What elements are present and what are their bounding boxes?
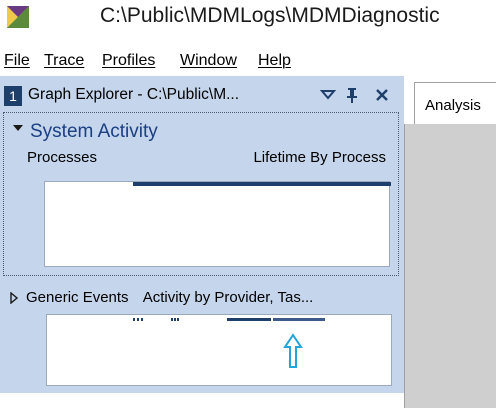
process-lifetime-bar [133,182,391,186]
generic-events-subtitle: Activity by Provider, Tas... [142,289,314,306]
system-activity-thumbnail[interactable] [44,181,391,267]
generic-events-title[interactable]: Generic Events Activity by Provider, Tas… [26,289,313,306]
graph-explorer-title: Graph Explorer - C:\Public\M... [28,86,240,103]
menu-window[interactable]: Window [180,52,237,70]
arrow-up-icon [283,333,303,368]
pin-icon[interactable] [344,85,360,105]
system-activity-title[interactable]: System Activity [30,121,158,143]
lifetime-by-process-label: Lifetime By Process [253,149,386,166]
menu-profiles[interactable]: Profiles [102,52,155,70]
menu-help[interactable]: Help [258,52,291,70]
dropdown-icon[interactable] [320,85,336,105]
close-icon[interactable] [374,85,390,105]
generic-events-thumbnail[interactable] [46,314,392,386]
menu-file[interactable]: File [4,52,30,70]
menu-trace[interactable]: Trace [44,52,84,70]
chevron-down-icon[interactable] [13,123,23,133]
generic-events-label: Generic Events [26,289,129,306]
system-activity-group[interactable]: System Activity Processes Lifetime By Pr… [3,112,399,276]
analysis-body [404,124,496,408]
graph-explorer-header: 1 Graph Explorer - C:\Public\M... [0,84,404,108]
tab-analysis[interactable]: Analysis [414,82,496,124]
title-bar: C:\Public\MDMLogs\MDMDiagnostic [0,0,496,46]
window-title: C:\Public\MDMLogs\MDMDiagnostic [100,4,440,27]
app-logo-icon [7,6,29,28]
panel-number-badge: 1 [4,86,22,106]
processes-label: Processes [27,149,98,166]
analysis-tab-label: Analysis [425,97,481,114]
panel-bottom-area [0,393,404,408]
menu-bar: File Trace Profiles Window Help [0,48,496,74]
graph-explorer-panel: 1 Graph Explorer - C:\Public\M... System… [0,76,404,408]
chevron-right-icon[interactable] [9,292,19,304]
generic-events-activity-marks [133,318,325,321]
